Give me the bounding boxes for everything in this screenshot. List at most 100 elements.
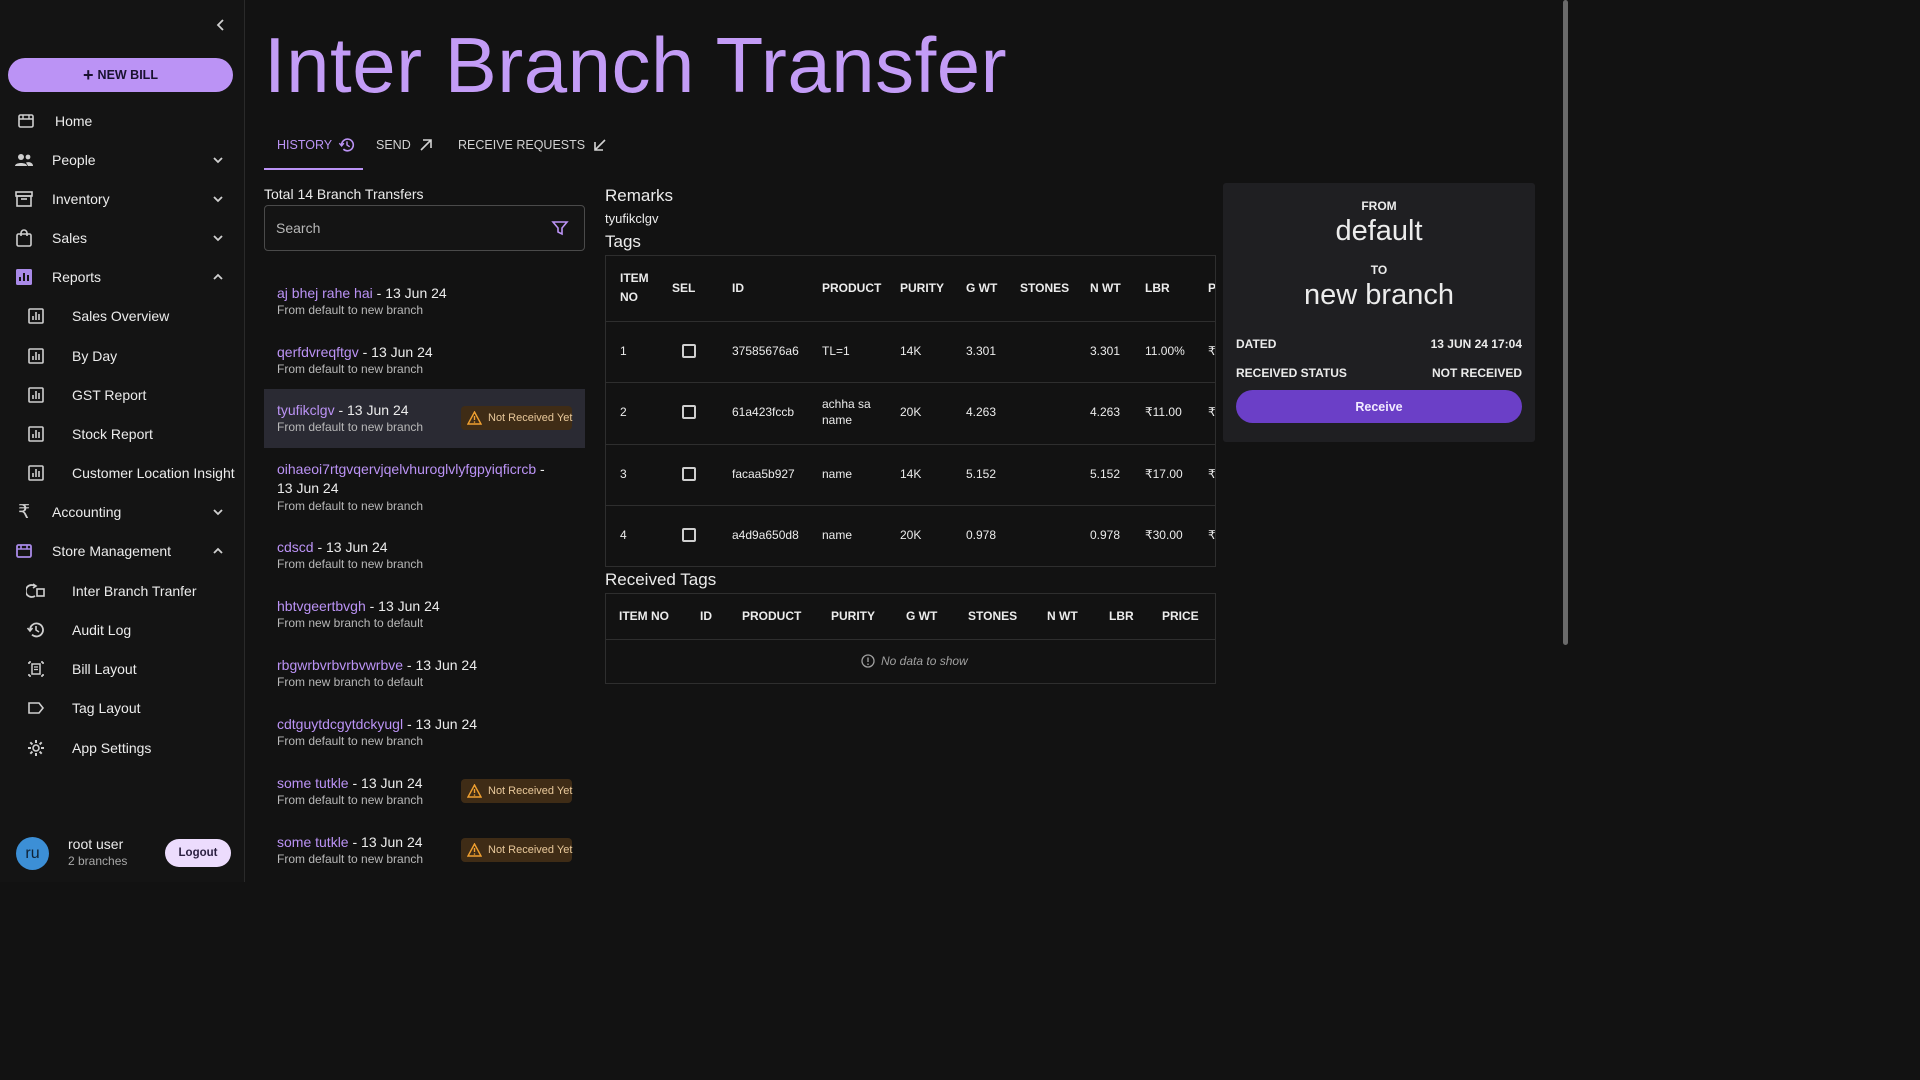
receive-button[interactable]: Receive bbox=[1236, 390, 1522, 423]
transfer-title: cdscd - 13 Jun 24 bbox=[277, 538, 577, 557]
collapse-sidebar-button[interactable] bbox=[210, 14, 232, 36]
search-box bbox=[264, 205, 585, 251]
new-bill-button[interactable]: + NEW BILL bbox=[8, 58, 233, 92]
sidebar-item-reports[interactable]: Reports bbox=[0, 259, 244, 295]
transfer-date: - 13 Jun 24 bbox=[403, 657, 477, 673]
transfer-list-item[interactable]: rbgwrbvrbvrbvwrbve - 13 Jun 24 From new b… bbox=[264, 644, 585, 703]
column-header: STONES bbox=[1020, 281, 1070, 295]
sidebar-item-by-day[interactable]: By Day bbox=[0, 338, 244, 374]
remarks-value: tyufikclgv bbox=[605, 211, 659, 226]
transfer-list-item[interactable]: some tutkle - 13 Jun 24 From default to n… bbox=[264, 762, 585, 821]
select-checkbox[interactable] bbox=[682, 528, 696, 542]
sidebar-item-label: Bill Layout bbox=[72, 661, 137, 677]
inventory-icon bbox=[14, 189, 34, 209]
sidebar-item-label: Sales bbox=[52, 230, 88, 246]
tags-table: ITEM NO SEL ID PRODUCT PURITY G WT STONES N WT L… bbox=[605, 255, 1216, 567]
sidebar-item-app-settings[interactable]: App Settings bbox=[0, 730, 244, 766]
sidebar-item-bill-layout[interactable]: Bill Layout bbox=[0, 651, 244, 687]
arrow-up-right-icon bbox=[417, 136, 435, 154]
sidebar-item-customer-location-insight[interactable]: Customer Location Insight bbox=[0, 455, 244, 491]
transfer-list-item[interactable]: qerfdvreqftgv - 13 Jun 24 From default to… bbox=[264, 331, 585, 389]
logout-button[interactable]: Logout bbox=[165, 839, 231, 867]
transfer-list-item[interactable]: some tutkle - 13 Jun 24 From default to n… bbox=[264, 821, 585, 880]
sidebar-item-label: Inventory bbox=[52, 191, 110, 207]
sidebar-item-label: People bbox=[52, 152, 96, 168]
sidebar-item-sales-overview[interactable]: Sales Overview bbox=[0, 298, 244, 334]
warning-icon bbox=[467, 784, 482, 798]
select-checkbox[interactable] bbox=[682, 344, 696, 358]
page-title: Inter Branch Transfer bbox=[264, 21, 1008, 109]
select-checkbox[interactable] bbox=[682, 467, 696, 481]
table-cell: ₹ bbox=[1208, 344, 1216, 358]
chevron-left-icon bbox=[216, 19, 224, 31]
plus-icon: + bbox=[83, 65, 94, 85]
sidebar-item-store-management[interactable]: Store Management bbox=[0, 533, 244, 569]
transfer-list-item[interactable]: cdtguytdcgytdckyugl - 13 Jun 24 From defa… bbox=[264, 703, 585, 762]
table-cell: 14K bbox=[900, 467, 922, 481]
page-scrollbar[interactable] bbox=[1563, 0, 1568, 645]
sidebar-item-label: Reports bbox=[52, 269, 102, 285]
transfer-icon bbox=[26, 581, 46, 601]
rupee-icon: ₹ bbox=[17, 501, 31, 523]
chevron-up-icon bbox=[210, 543, 226, 559]
chevron-down-icon bbox=[210, 152, 226, 168]
transfer-name: hbtvgeertbvgh bbox=[277, 598, 366, 614]
sidebar-item-label: Accounting bbox=[52, 504, 122, 520]
table-cell: 4.263 bbox=[1090, 405, 1121, 419]
transfer-route: From default to new branch bbox=[277, 852, 424, 866]
sidebar-item-audit-log[interactable]: Audit Log bbox=[0, 612, 244, 648]
sidebar-item-stock-report[interactable]: Stock Report bbox=[0, 416, 244, 452]
transfer-list-item[interactable]: tyufikclgv - 13 Jun 24 From default to ne… bbox=[264, 389, 585, 448]
sidebar-item-tag-layout[interactable]: Tag Layout bbox=[0, 690, 244, 726]
sidebar-item-people[interactable]: People bbox=[0, 142, 244, 178]
table-cell: 3.301 bbox=[1090, 344, 1121, 358]
sidebar: + NEW BILL Home People Inventory Sales R… bbox=[0, 0, 245, 882]
transfer-list-item[interactable]: aj bhej rahe hai - 13 Jun 24 From default… bbox=[264, 272, 585, 331]
transfer-list-item[interactable]: oihaeoi7rtgvqervjqelvhuroglvlyfgpyiqficr… bbox=[264, 448, 585, 526]
chevron-down-icon bbox=[210, 230, 226, 246]
table-cell: 0.978 bbox=[966, 528, 997, 542]
table-cell: TL=1 bbox=[822, 344, 850, 358]
tab-history[interactable]: HISTORY bbox=[277, 120, 356, 170]
tab-label: SEND bbox=[376, 138, 411, 152]
transfer-list-item[interactable]: cdscd - 13 Jun 24 From default to new bra… bbox=[264, 526, 585, 585]
shopping-bag-icon bbox=[14, 228, 34, 248]
warning-icon bbox=[467, 411, 482, 425]
sidebar-item-inventory[interactable]: Inventory bbox=[0, 181, 244, 217]
user-branches: 2 branches bbox=[68, 854, 128, 868]
column-header: SEL bbox=[672, 281, 696, 295]
chart-icon bbox=[26, 385, 46, 405]
sidebar-item-accounting[interactable]: ₹ Accounting bbox=[0, 494, 244, 530]
tab-receive-requests[interactable]: RECEIVE REQUESTS bbox=[458, 120, 609, 170]
transfer-title: oihaeoi7rtgvqervjqelvhuroglvlyfgpyiqficr… bbox=[277, 460, 562, 498]
store-icon bbox=[14, 541, 34, 561]
transfer-date: - 13 Jun 24 bbox=[348, 834, 423, 850]
not-received-badge: Not Received Yet bbox=[461, 779, 572, 803]
transfer-list-item[interactable]: hbtvgeertbvgh - 13 Jun 24 From new branch… bbox=[264, 585, 585, 644]
column-header: ITEM NO bbox=[619, 609, 669, 623]
transfer-route: From default to new branch bbox=[277, 557, 424, 571]
chevron-down-icon bbox=[210, 191, 226, 207]
sidebar-item-inter-branch-transfer[interactable]: Inter Branch Tranfer bbox=[0, 573, 244, 609]
history-icon bbox=[338, 136, 356, 154]
people-icon bbox=[14, 150, 34, 170]
select-checkbox[interactable] bbox=[682, 405, 696, 419]
column-header: LBR bbox=[1109, 609, 1134, 623]
tab-label: RECEIVE REQUESTS bbox=[458, 138, 586, 152]
filter-icon[interactable] bbox=[551, 219, 569, 237]
sidebar-item-sales[interactable]: Sales bbox=[0, 220, 244, 256]
user-name: root user bbox=[68, 836, 124, 852]
table-cell: 1 bbox=[620, 344, 627, 358]
transfer-date: - 13 Jun 24 bbox=[403, 716, 478, 732]
tag-icon bbox=[26, 698, 46, 718]
sidebar-item-label: Audit Log bbox=[72, 622, 132, 638]
table-cell: 11.00% bbox=[1145, 344, 1185, 358]
sidebar-item-home[interactable]: Home bbox=[0, 103, 244, 139]
tab-send[interactable]: SEND bbox=[376, 120, 435, 170]
transfer-name: rbgwrbvrbvrbvwrbve bbox=[277, 657, 404, 673]
sidebar-item-gst-report[interactable]: GST Report bbox=[0, 377, 244, 413]
search-input[interactable] bbox=[276, 206, 536, 250]
row-divider bbox=[606, 444, 1215, 445]
dated-label: DATED bbox=[1236, 337, 1277, 351]
sidebar-item-label: Stock Report bbox=[72, 426, 153, 442]
